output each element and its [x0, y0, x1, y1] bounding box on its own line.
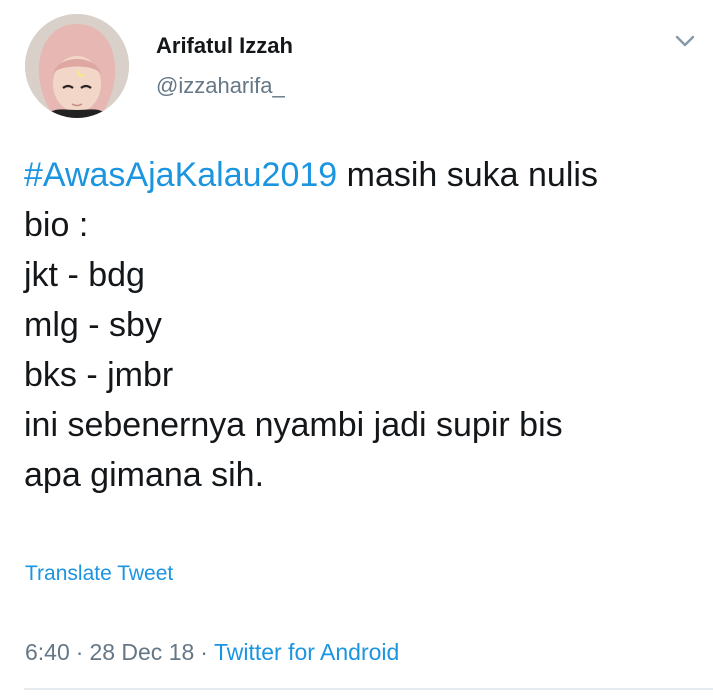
- chevron-down-icon: [675, 35, 695, 47]
- tweet-time: 6:40: [25, 639, 70, 665]
- tweet-line-7: apa gimana sih.: [24, 456, 265, 494]
- avatar[interactable]: [25, 14, 129, 118]
- meta-separator: ·: [75, 639, 84, 665]
- tweet-meta: 6:40 · 28 Dec 18 · Twitter for Android: [25, 639, 399, 666]
- tweet-source-link[interactable]: Twitter for Android: [214, 639, 399, 665]
- tweet-line-4: mlg - sby: [24, 306, 162, 344]
- tweet-date: 28 Dec 18: [89, 639, 195, 665]
- author-handle[interactable]: @izzaharifa_: [156, 73, 285, 99]
- tweet-line-3: jkt - bdg: [24, 256, 145, 294]
- tweet-line-6: ini sebenernya nyambi jadi supir bis: [24, 406, 563, 444]
- tweet-line-1: #AwasAjaKalau2019 masih suka nulis: [24, 150, 694, 200]
- profile-photo-icon: [25, 14, 129, 118]
- tweet-line-2: bio :: [24, 206, 89, 244]
- hashtag-link[interactable]: #AwasAjaKalau2019: [24, 156, 337, 194]
- divider: [24, 688, 713, 690]
- tweet-text: #AwasAjaKalau2019 masih suka nulis bio :…: [24, 150, 694, 500]
- meta-separator: ·: [200, 639, 208, 665]
- tweet-line-1-text: masih suka nulis: [337, 156, 598, 194]
- tweet-menu-button[interactable]: [674, 32, 696, 50]
- author-display-name[interactable]: Arifatul Izzah: [156, 33, 293, 59]
- translate-tweet-link[interactable]: Translate Tweet: [25, 562, 173, 586]
- tweet-card: Arifatul Izzah @izzaharifa_ #AwasAjaKala…: [0, 0, 713, 700]
- tweet-line-5: bks - jmbr: [24, 356, 174, 394]
